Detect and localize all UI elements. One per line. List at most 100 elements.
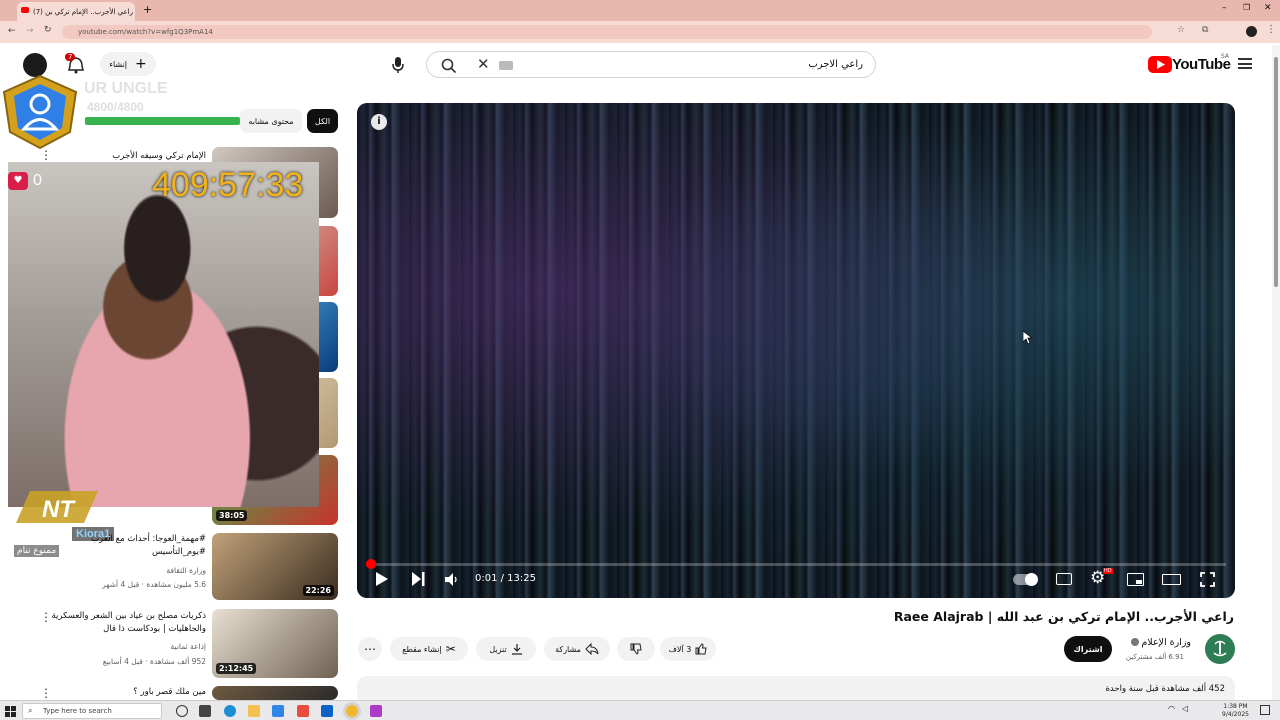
more-actions-button[interactable]: ⋯ bbox=[358, 637, 382, 661]
channel-avatar[interactable] bbox=[1205, 634, 1235, 664]
rec-thumbnail[interactable]: 22:26 bbox=[212, 533, 338, 600]
channel-name[interactable]: وزارة الإعلام bbox=[1141, 637, 1191, 648]
webcam-overlay bbox=[8, 162, 319, 507]
widgets-icon[interactable] bbox=[199, 705, 211, 717]
browser-menu-icon[interactable]: ⋮ bbox=[1266, 24, 1276, 35]
info-icon[interactable]: i bbox=[371, 114, 387, 130]
video-player[interactable]: i 0:01 / 13:25 ⚙ HD bbox=[357, 103, 1235, 598]
close-window-icon[interactable]: ✕ bbox=[1264, 3, 1272, 13]
theater-mode-icon[interactable] bbox=[1162, 574, 1181, 585]
rec-thumbnail[interactable]: 2:12:45 bbox=[212, 609, 338, 678]
scrollbar-thumb[interactable] bbox=[1274, 57, 1278, 287]
miniplayer-icon[interactable] bbox=[1127, 573, 1144, 586]
overlay-status-text: ممنوع تنام bbox=[14, 545, 60, 557]
verified-icon bbox=[1131, 638, 1139, 646]
forward-icon[interactable]: → bbox=[26, 26, 34, 36]
clock-time: 1:38 PM bbox=[1223, 703, 1248, 710]
region-label: SA bbox=[1221, 53, 1230, 60]
play-icon[interactable] bbox=[375, 572, 389, 586]
page-scrollbar[interactable] bbox=[1272, 45, 1280, 700]
next-icon[interactable] bbox=[411, 572, 425, 586]
dislike-button[interactable] bbox=[617, 637, 655, 661]
browser-tab-strip: (7) راعي الأجرب.. الإمام تركي بن + – ❐ ✕ bbox=[0, 0, 1280, 21]
create-button[interactable]: إنشاء + bbox=[100, 52, 156, 76]
subscribe-label: اشتراك bbox=[1073, 644, 1103, 654]
progress-scrubber[interactable] bbox=[366, 559, 376, 569]
windows-start-icon[interactable] bbox=[5, 706, 16, 717]
svg-text:NT: NT bbox=[42, 496, 76, 523]
edge-icon[interactable] bbox=[224, 705, 236, 717]
rec-menu-icon[interactable]: ⋮ bbox=[40, 148, 52, 162]
clock-date: 9/4/2025 bbox=[1222, 711, 1249, 718]
browser-toolbar: ← → ↻ youtube.com/watch?v=wfg1Q3PmA14 ☆ … bbox=[0, 21, 1280, 43]
taskbar-search-placeholder: Type here to search bbox=[43, 707, 112, 715]
progress-bar[interactable] bbox=[366, 559, 1226, 569]
url-text: youtube.com/watch?v=wfg1Q3PmA14 bbox=[78, 28, 213, 36]
clip-button[interactable]: ✂ إنشاء مقطع bbox=[390, 637, 468, 661]
app-icon[interactable] bbox=[272, 705, 284, 717]
search-input[interactable]: راعي الاجرب ✕ bbox=[426, 51, 876, 78]
emblem-icon bbox=[1213, 640, 1227, 657]
autoplay-toggle[interactable] bbox=[1013, 573, 1038, 586]
channel-subscriber-count: 6.91 ألف مشتركين bbox=[1125, 653, 1184, 661]
back-icon[interactable]: ← bbox=[8, 26, 16, 36]
download-button[interactable]: تنزيل bbox=[476, 637, 536, 661]
hamburger-menu-icon[interactable] bbox=[1238, 58, 1252, 69]
taskbar-clock[interactable]: 1:38 PM 9/4/2025 bbox=[1222, 703, 1249, 719]
search-icon[interactable] bbox=[441, 58, 457, 74]
hd-badge: HD bbox=[1103, 568, 1113, 574]
file-explorer-icon[interactable] bbox=[248, 705, 260, 717]
store-icon[interactable] bbox=[297, 705, 309, 717]
streaming-app-icon[interactable] bbox=[370, 705, 382, 717]
reload-icon[interactable]: ↻ bbox=[44, 25, 52, 35]
share-button[interactable]: مشاركة bbox=[544, 637, 610, 661]
extensions-icon[interactable]: ⧉ bbox=[1202, 25, 1208, 35]
fullscreen-icon[interactable] bbox=[1200, 572, 1215, 587]
taskbar-search-input[interactable]: Type here to search ⌕ bbox=[22, 703, 162, 719]
profile-avatar[interactable] bbox=[1246, 26, 1257, 37]
chip-all[interactable]: الكل bbox=[307, 109, 338, 133]
tray-volume-icon[interactable]: ◁ bbox=[1182, 704, 1188, 713]
viewer-name: Kiora1 bbox=[72, 527, 115, 541]
new-tab-icon[interactable]: + bbox=[143, 3, 152, 16]
chip-related[interactable]: محتوى مشابه bbox=[240, 109, 302, 133]
chip-label: الكل bbox=[314, 116, 331, 126]
rec-meta: 952 ألف مشاهدة · قبل 4 أسابيع bbox=[102, 657, 206, 666]
clip-label: إنشاء مقطع bbox=[402, 644, 442, 654]
rec-menu-icon[interactable]: ⋮ bbox=[40, 610, 52, 624]
chip-label: محتوى مشابه bbox=[248, 116, 294, 126]
outlook-icon[interactable] bbox=[321, 705, 333, 717]
notifications-button[interactable]: 7 bbox=[65, 53, 86, 75]
notification-center-icon[interactable] bbox=[1260, 705, 1270, 715]
yt-logo[interactable] bbox=[1148, 56, 1172, 73]
share-icon bbox=[585, 643, 599, 655]
url-bar[interactable]: youtube.com/watch?v=wfg1Q3PmA14 bbox=[62, 25, 1152, 39]
maximize-icon[interactable]: ❐ bbox=[1243, 3, 1250, 12]
subtitles-icon[interactable] bbox=[1056, 573, 1072, 585]
rec-title[interactable]: ذكريات مصلح بن عياد بين الشعر والعسكرية … bbox=[36, 610, 206, 636]
subscribe-button[interactable]: اشتراك bbox=[1064, 636, 1112, 662]
rec-title[interactable]: مين ملك قصر باور ؟ bbox=[36, 686, 206, 699]
task-view-icon[interactable] bbox=[176, 705, 188, 717]
rec-duration: 38:05 bbox=[216, 510, 248, 521]
rec-thumbnail[interactable] bbox=[212, 686, 338, 700]
time-display: 0:01 / 13:25 bbox=[475, 573, 537, 584]
like-count: 3 آلاف bbox=[668, 644, 692, 654]
more-horizontal-icon: ⋯ bbox=[364, 642, 376, 656]
keyboard-icon[interactable] bbox=[499, 61, 513, 70]
chrome-icon[interactable] bbox=[346, 705, 358, 717]
rec-menu-icon[interactable]: ⋮ bbox=[40, 686, 52, 700]
clear-search-icon[interactable]: ✕ bbox=[477, 55, 490, 73]
mic-icon[interactable] bbox=[390, 56, 406, 74]
volume-icon[interactable] bbox=[445, 573, 459, 586]
minimize-icon[interactable]: – bbox=[1222, 3, 1227, 13]
rec-title[interactable]: #مهمة_العوجا: أحداث مع العرب #يوم_التأسي… bbox=[36, 533, 206, 559]
xp-progress-bar bbox=[85, 117, 240, 125]
thumbs-down-icon bbox=[630, 643, 642, 655]
description-meta: 452 ألف مشاهدة قبل سنة واحدة bbox=[1105, 684, 1225, 694]
thumbs-up-icon bbox=[695, 643, 707, 655]
bookmark-star-icon[interactable]: ☆ bbox=[1177, 25, 1185, 35]
browser-tab[interactable]: (7) راعي الأجرب.. الإمام تركي بن bbox=[17, 2, 135, 21]
like-button[interactable]: 3 آلاف bbox=[660, 637, 716, 661]
tray-wifi-icon[interactable]: ◠ bbox=[1168, 704, 1175, 713]
